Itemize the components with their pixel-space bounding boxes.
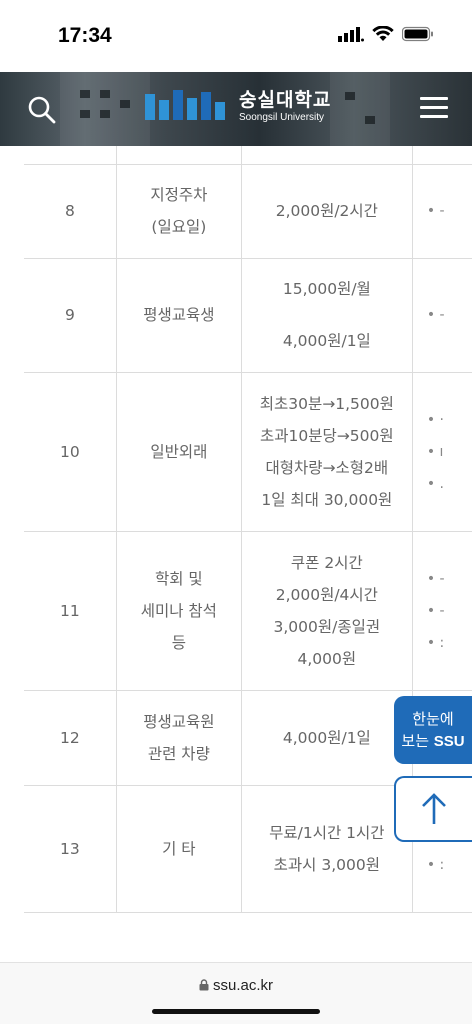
header-background-window	[345, 92, 355, 100]
ssu-at-a-glance-button[interactable]: 한눈에 보는 SSU	[394, 696, 472, 764]
logo-text: 숭실대학교 Soongsil University	[239, 91, 331, 123]
row-category: 평생교육생	[116, 258, 242, 373]
row-category: 지정주차 (일요일)	[116, 164, 242, 259]
table-row: 9 평생교육생 15,000원/월 4,000원/1일 • -	[24, 258, 472, 373]
hamburger-icon-bar	[420, 106, 448, 109]
row-number: 10	[24, 372, 117, 532]
header-background-window	[100, 110, 110, 118]
summary-label-line2: 보는 SSU	[401, 732, 465, 750]
logo-english: Soongsil University	[239, 112, 325, 123]
status-icons	[338, 26, 434, 42]
table-row: 11 학회 및 세미나 참석 등 쿠폰 2시간 2,000원/4시간 3,000…	[24, 531, 472, 691]
row-category: 기 타	[116, 785, 242, 913]
row-category: 평생교육원 관련 차량	[116, 690, 242, 786]
table-row: 10 일반외래 최초30분→1,500원 초과10분당→500원 대형차량→소형…	[24, 372, 472, 532]
home-indicator	[152, 1009, 320, 1014]
header-background-window	[365, 116, 375, 124]
logo-korean: 숭실대학교	[239, 90, 332, 111]
row-fee: 무료/1시간 1시간 초과시 3,000원	[241, 785, 413, 913]
row-number: 9	[24, 258, 117, 373]
search-icon	[28, 96, 56, 124]
row-fee: 4,000원/1일	[241, 690, 413, 786]
row-fee: 2,000원/2시간	[241, 164, 413, 259]
arrow-up-icon	[422, 793, 446, 824]
row-fee: 쿠폰 2시간 2,000원/4시간 3,000원/종일권 4,000원	[241, 531, 413, 691]
header-background-window	[120, 100, 130, 108]
summary-label-line1: 한눈에	[412, 710, 454, 728]
row-number: 8	[24, 164, 117, 259]
university-logo[interactable]: 숭실대학교 Soongsil University	[145, 90, 331, 124]
header-background-building	[60, 72, 150, 146]
row-notes: • · • ı • .	[412, 372, 472, 532]
hamburger-icon-bar	[420, 97, 448, 100]
row-category: 일반외래	[116, 372, 242, 532]
table-row: 8 지정주차 (일요일) 2,000원/2시간 • -	[24, 164, 472, 259]
url-text: ssu.ac.kr	[212, 977, 273, 994]
lock-icon	[199, 979, 209, 991]
header-background-window	[80, 110, 90, 118]
row-fee: 최초30분→1,500원 초과10분당→500원 대형차량→소형2배 1일 최대…	[241, 372, 413, 532]
header-background-window	[80, 90, 90, 98]
header-background-building	[330, 72, 390, 146]
battery-icon	[402, 26, 433, 42]
browser-address-bar[interactable]: ssu.ac.kr	[0, 962, 472, 1024]
row-number: 13	[24, 785, 117, 913]
row-notes: • -	[412, 258, 472, 373]
row-fee: 15,000원/월 4,000원/1일	[241, 258, 413, 373]
row-category: 학회 및 세미나 참석 등	[116, 531, 242, 691]
wifi-icon	[372, 26, 394, 41]
row-notes: • - • - • :	[412, 531, 472, 691]
search-button[interactable]	[26, 94, 58, 126]
scroll-to-top-button[interactable]	[394, 776, 472, 842]
status-bar: 17:34	[0, 0, 472, 72]
hamburger-icon-bar	[420, 115, 448, 118]
row-number: 12	[24, 690, 117, 786]
menu-button[interactable]	[420, 97, 448, 121]
header-background-window	[100, 90, 110, 98]
signal-icon	[338, 27, 364, 42]
url-display[interactable]: ssu.ac.kr	[0, 977, 472, 994]
site-header: 숭실대학교 Soongsil University	[0, 72, 472, 146]
status-time: 17:34	[58, 24, 112, 47]
row-number: 11	[24, 531, 117, 691]
table-row	[24, 146, 472, 165]
row-notes: • -	[412, 164, 472, 259]
logo-mark-icon	[145, 90, 225, 120]
